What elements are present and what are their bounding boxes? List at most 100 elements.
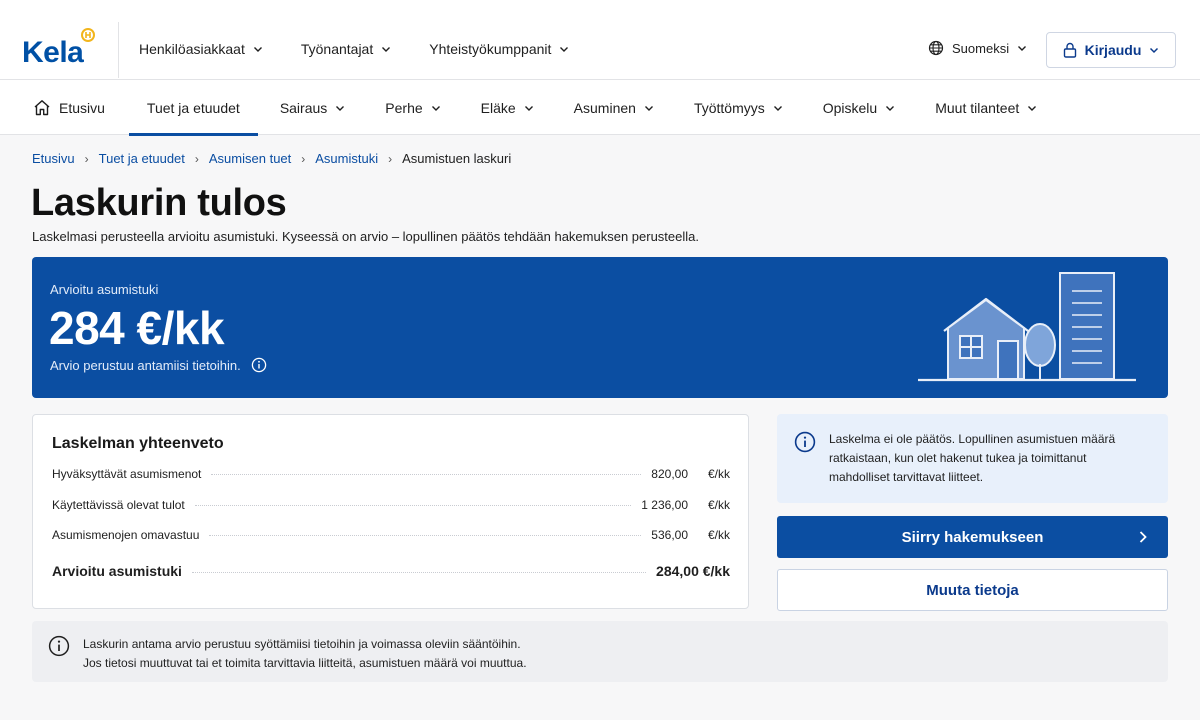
info-icon: [48, 635, 70, 657]
secnav-perhe[interactable]: Perhe: [385, 80, 440, 135]
go-to-application-button[interactable]: Siirry hakemukseen: [777, 516, 1168, 558]
top-header: Kela Henkilöasiakkaat Työnantajat Yhteis…: [0, 0, 1200, 80]
secnav-label: Tuet ja etuudet: [146, 99, 240, 116]
topnav-label: Työnantajat: [300, 41, 374, 57]
chevron-right-icon: [1139, 531, 1147, 543]
chevron-down-icon: [886, 105, 895, 111]
secnav-opiskelu[interactable]: Opiskelu: [823, 80, 895, 135]
info-icon[interactable]: [251, 357, 267, 373]
result-banner: Arvioitu asumistuki 284 €/kk Arvio perus…: [32, 257, 1168, 398]
disclaimer-note: Laskurin antama arvio perustuu syöttämii…: [32, 621, 1168, 682]
row-unit: €/kk: [707, 467, 730, 481]
chevron-right-icon: ›: [388, 151, 393, 166]
decision-info-text: Laskelma ei ole päätös. Lopullinen asumi…: [829, 432, 1116, 484]
breadcrumb-link[interactable]: Asumistuki: [315, 151, 378, 166]
chevron-right-icon: ›: [194, 151, 199, 166]
breadcrumb-link[interactable]: Asumisen tuet: [209, 151, 291, 166]
breadcrumb-current: Asumistuen laskuri: [402, 151, 512, 166]
row-unit: €/kk: [707, 528, 730, 542]
secnav-home[interactable]: Etusivu: [33, 80, 105, 135]
secnav-elake[interactable]: Eläke: [481, 80, 534, 135]
row-label: Hyväksyttävät asumismenot: [52, 467, 202, 481]
result-note: Arvio perustuu antamiisi tietoihin.: [50, 357, 241, 373]
chevron-right-icon: ›: [84, 151, 89, 166]
row-value: 536,00: [651, 528, 688, 542]
primary-button-label: Siirry hakemukseen: [901, 528, 1044, 546]
breadcrumb-link[interactable]: Etusivu: [32, 151, 75, 166]
secnav-label: Sairaus: [279, 99, 328, 116]
row-value: 1 236,00: [641, 498, 688, 512]
page-title: Laskurin tulos: [31, 182, 287, 224]
topnav-label: Yhteistyökumppanit: [429, 41, 552, 57]
chevron-down-icon: [1018, 46, 1027, 51]
secondary-button-label: Muuta tietoja: [926, 581, 1019, 599]
kela-logo[interactable]: Kela: [22, 28, 102, 69]
chevron-down-icon: [644, 105, 653, 111]
language-selector[interactable]: Suomeksi: [928, 40, 1027, 56]
row-leader: [194, 505, 632, 506]
topnav-yhteistyokumppanit[interactable]: Yhteistyökumppanit: [429, 23, 569, 57]
breadcrumb-link[interactable]: Tuet ja etuudet: [99, 151, 185, 166]
chevron-right-icon: ›: [301, 151, 306, 166]
row-leader: [191, 572, 647, 573]
row-leader: [209, 535, 642, 536]
secnav-label: Muut tilanteet: [935, 99, 1020, 116]
row-label: Asumismenojen omavastuu: [52, 528, 200, 542]
chevron-down-icon: [253, 47, 262, 52]
language-label: Suomeksi: [952, 40, 1010, 56]
secnav-tyottomyys[interactable]: Työttömyys: [694, 80, 783, 135]
login-button[interactable]: Kirjaudu: [1046, 32, 1176, 68]
breadcrumb: Etusivu › Tuet ja etuudet › Asumisen tue…: [32, 151, 511, 166]
login-label: Kirjaudu: [1084, 42, 1142, 58]
globe-icon: [928, 40, 944, 56]
page-lead: Laskelmasi perusteella arvioitu asumistu…: [32, 229, 699, 244]
disclaimer-line: Laskurin antama arvio perustuu syöttämii…: [83, 637, 521, 651]
secnav-asuminen[interactable]: Asuminen: [574, 80, 654, 135]
total-label: Arvioitu asumistuki: [52, 563, 182, 579]
disclaimer-text: Laskurin antama arvio perustuu syöttämii…: [83, 635, 527, 673]
edit-details-button[interactable]: Muuta tietoja: [777, 569, 1168, 611]
summary-row: Hyväksyttävät asumismenot 820,00 €/kk: [52, 467, 730, 481]
summary-title: Laskelman yhteenveto: [52, 435, 224, 452]
chevron-down-icon: [524, 105, 533, 111]
secnav-label: Työttömyys: [693, 99, 765, 116]
home-icon: [34, 100, 50, 116]
row-label: Käytettävissä olevat tulot: [52, 498, 185, 512]
secnav-label: Perhe: [385, 99, 423, 116]
chevron-down-icon: [431, 105, 440, 111]
secnav-label: Eläke: [480, 99, 516, 116]
result-amount: 284 €/kk: [49, 302, 225, 354]
secondary-navigation: Etusivu Tuet ja etuudet Sairaus Perhe El…: [0, 80, 1200, 136]
housing-illustration: [918, 272, 1136, 382]
row-leader: [211, 474, 642, 475]
row-value: 820,00: [651, 467, 688, 481]
secnav-sairaus[interactable]: Sairaus: [280, 80, 345, 135]
logo-text: Kela: [22, 36, 84, 69]
summary-row: Asumismenojen omavastuu 536,00 €/kk: [52, 528, 730, 542]
topnav-tyonantajat[interactable]: Työnantajat: [301, 23, 391, 57]
chevron-down-icon: [773, 105, 782, 111]
secnav-label: Asuminen: [573, 99, 636, 116]
secnav-muut-tilanteet[interactable]: Muut tilanteet: [935, 80, 1037, 135]
logo-mark-icon: [81, 28, 95, 42]
chevron-down-icon: [1150, 47, 1159, 54]
summary-card: Laskelman yhteenveto Hyväksyttävät asumi…: [32, 414, 749, 609]
topnav-henkiloasiakkaat[interactable]: Henkilöasiakkaat: [139, 23, 263, 57]
chevron-down-icon: [336, 105, 345, 111]
row-unit: €/kk: [707, 498, 730, 512]
lock-icon: [1063, 42, 1076, 58]
chevron-down-icon: [560, 47, 569, 52]
info-icon: [794, 431, 816, 453]
topnav-label: Henkilöasiakkaat: [139, 41, 245, 57]
chevron-down-icon: [382, 47, 391, 52]
total-value: 284,00 €/kk: [656, 563, 730, 579]
summary-total-row: Arvioitu asumistuki 284,00 €/kk: [52, 563, 730, 579]
secnav-label: Opiskelu: [822, 99, 878, 116]
secnav-tuet-ja-etuudet[interactable]: Tuet ja etuudet: [128, 80, 258, 136]
decision-info-box: Laskelma ei ole päätös. Lopullinen asumi…: [777, 414, 1168, 503]
header-divider: [118, 22, 119, 78]
summary-row: Käytettävissä olevat tulot 1 236,00 €/kk: [52, 498, 730, 512]
disclaimer-line: Jos tietosi muuttuvat tai et toimita tar…: [83, 656, 527, 670]
top-navigation: Henkilöasiakkaat Työnantajat Yhteistyöku…: [139, 0, 607, 80]
result-note-row: Arvio perustuu antamiisi tietoihin.: [50, 357, 267, 373]
